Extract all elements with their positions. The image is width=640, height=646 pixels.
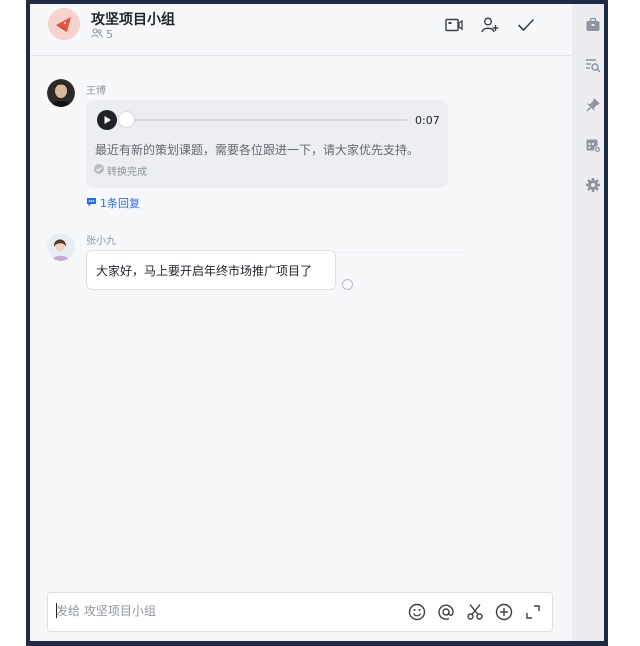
voice-progress-track[interactable] (127, 119, 407, 121)
members-icon (91, 28, 103, 41)
add-member-icon[interactable] (480, 15, 500, 35)
reply-count-text: 1条回复 (100, 197, 140, 210)
group-name: 攻坚项目小组 (91, 12, 175, 28)
sender-name: 张小九 (86, 236, 116, 247)
member-count-value: 5 (106, 28, 113, 41)
app-window: 攻坚项目小组 5 王博 0:07 最近有新的策划课题，需要各位跟进一下，请大家优… (0, 0, 640, 646)
voice-transcript: 最近有新的策划课题，需要各位跟进一下，请大家优先支持。 (95, 143, 420, 157)
window-border-left (26, 0, 30, 646)
avatar-zhangxiaojiu[interactable] (47, 233, 75, 261)
screenshot-icon[interactable] (465, 602, 485, 622)
mention-icon[interactable] (436, 602, 456, 622)
member-count[interactable]: 5 (91, 28, 113, 41)
settings-icon[interactable] (584, 176, 602, 194)
done-check-icon[interactable] (516, 15, 536, 35)
window-border-top (26, 0, 608, 4)
transcription-status-text: 转换完成 (107, 167, 147, 178)
expand-icon[interactable] (523, 602, 543, 622)
video-call-icon[interactable] (444, 15, 464, 35)
thread-reply-link[interactable]: 1条回复 (86, 195, 140, 211)
avatar-wangbo[interactable] (47, 79, 75, 107)
pin-icon[interactable] (584, 96, 602, 114)
sender-name: 王博 (86, 86, 106, 97)
message-input[interactable] (56, 600, 396, 622)
voice-duration: 0:07 (415, 114, 440, 127)
window-border-right (604, 0, 608, 646)
transcription-status: 转换完成 (94, 163, 147, 178)
window-border-bottom (26, 641, 608, 646)
emoji-icon[interactable] (407, 602, 427, 622)
reply-bubble-icon (86, 197, 97, 210)
briefcase-icon[interactable] (584, 16, 602, 34)
group-avatar[interactable] (48, 8, 80, 40)
play-button[interactable] (97, 110, 117, 130)
add-icon[interactable] (494, 602, 514, 622)
read-status-icon (342, 279, 353, 290)
text-message: 大家好，马上要开启年终市场推广项目了 (96, 264, 313, 278)
calendar-add-icon[interactable] (584, 136, 602, 154)
text-caret (56, 603, 57, 618)
search-history-icon[interactable] (584, 56, 602, 74)
check-circle-icon (94, 164, 104, 177)
voice-progress-knob[interactable] (119, 112, 134, 127)
